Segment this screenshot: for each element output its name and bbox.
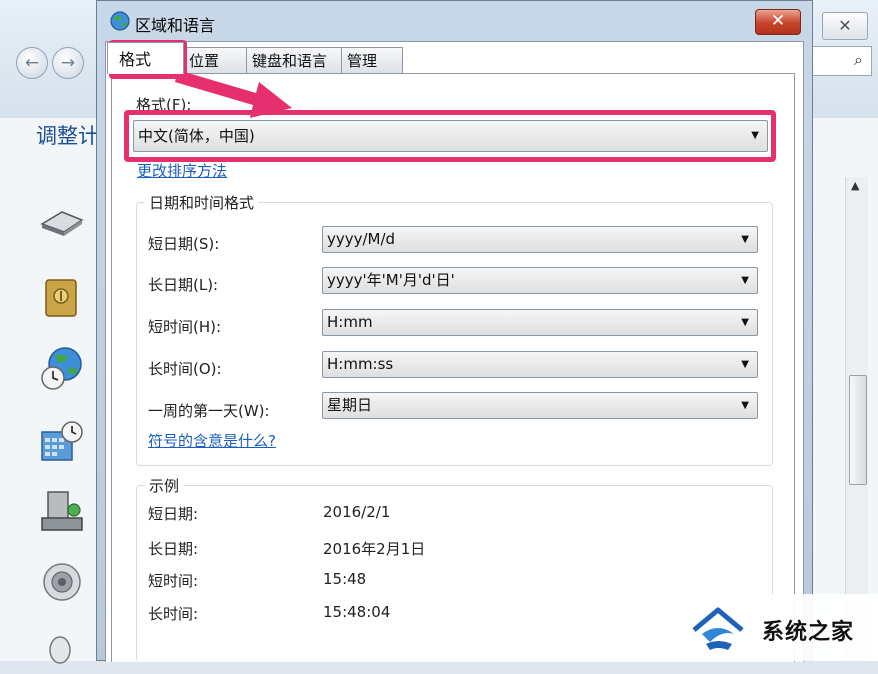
dialog-close-button[interactable]: ✕ [755,9,801,35]
control-panel-heading: 调整计 [36,124,99,148]
example-short-date-label: 短日期: [148,505,199,523]
example-long-date-value: 2016年2月1日 [323,540,426,558]
format-dropdown[interactable]: 中文(简体，中国) ▼ [133,120,768,152]
watermark: 系统之家 [676,594,878,661]
chevron-down-icon[interactable]: ▼ [741,268,749,293]
format-dropdown-value: 中文(简体，中国) [138,127,255,145]
long-time-value: H:mm:ss [327,355,394,373]
example-long-time-label: 长时间: [148,605,199,623]
watermark-text: 系统之家 [762,620,855,645]
example-long-date-label: 长日期: [148,540,199,558]
short-time-value: H:mm [327,313,373,331]
speaker-icon[interactable] [38,558,86,606]
example-short-time-label: 短时间: [148,572,199,590]
control-panel-close-button[interactable]: ✕ [822,12,868,40]
tab-keyboard-language[interactable]: 键盘和语言 [246,47,342,73]
control-panel-scrollbar[interactable]: ▲ [845,177,868,661]
scroll-up-arrow-icon[interactable]: ▲ [851,179,859,192]
computer-icon[interactable] [38,488,86,536]
dialog-title: 区域和语言 [135,16,216,35]
short-date-value: yyyy/M/d [327,230,396,248]
change-sort-method-link[interactable]: 更改排序方法 [137,160,227,181]
short-date-label: 短日期(S): [148,235,220,253]
long-date-label: 长日期(L): [148,276,219,294]
tab-administrative[interactable]: 管理 [341,47,403,73]
example-long-time-value: 15:48:04 [323,603,391,621]
long-date-dropdown[interactable]: yyyy'年'M'月'd'日' ▼ [322,267,758,294]
chevron-down-icon[interactable]: ▼ [741,227,749,252]
calendar-icon[interactable] [38,418,86,466]
example-short-time-value: 15:48 [323,570,367,588]
magnifier-icon[interactable]: ⌕ [854,50,863,70]
keyboard-icon[interactable] [38,196,86,244]
scrollbar-thumb[interactable] [849,375,867,485]
house-logo-icon [692,607,744,650]
first-day-of-week-label: 一周的第一天(W): [148,402,270,420]
forward-button[interactable]: → [52,47,84,79]
globe-clock-icon[interactable] [38,344,86,392]
back-button[interactable]: ← [16,47,48,79]
symbol-meaning-link[interactable]: 符号的含意是什么? [148,430,276,451]
long-date-value: yyyy'年'M'月'd'日' [327,271,455,289]
chevron-down-icon[interactable]: ▼ [741,352,749,377]
chevron-down-icon[interactable]: ▼ [751,121,759,151]
examples-group-title: 示例 [145,475,184,496]
format-label: 格式(F): [136,96,192,114]
short-time-label: 短时间(H): [148,318,222,336]
chevron-down-icon[interactable]: ▼ [741,310,749,335]
dialog-titlebar[interactable]: 区域和语言 ✕ [97,1,812,41]
long-time-label: 长时间(O): [148,360,222,378]
datetime-group-title: 日期和时间格式 [145,192,259,213]
tab-location[interactable]: 位置 [183,47,247,73]
first-day-of-week-dropdown[interactable]: 星期日 ▼ [322,392,758,419]
chevron-down-icon[interactable]: ▼ [741,393,749,418]
tab-format[interactable]: 格式 [107,42,184,74]
safe-icon[interactable] [38,274,86,322]
long-time-dropdown[interactable]: H:mm:ss ▼ [322,351,758,378]
first-day-of-week-value: 星期日 [327,396,373,414]
short-time-dropdown[interactable]: H:mm ▼ [322,309,758,336]
mouse-icon[interactable] [38,626,86,674]
example-short-date-value: 2016/2/1 [323,503,391,521]
short-date-dropdown[interactable]: yyyy/M/d ▼ [322,226,758,253]
globe-icon [110,11,130,31]
